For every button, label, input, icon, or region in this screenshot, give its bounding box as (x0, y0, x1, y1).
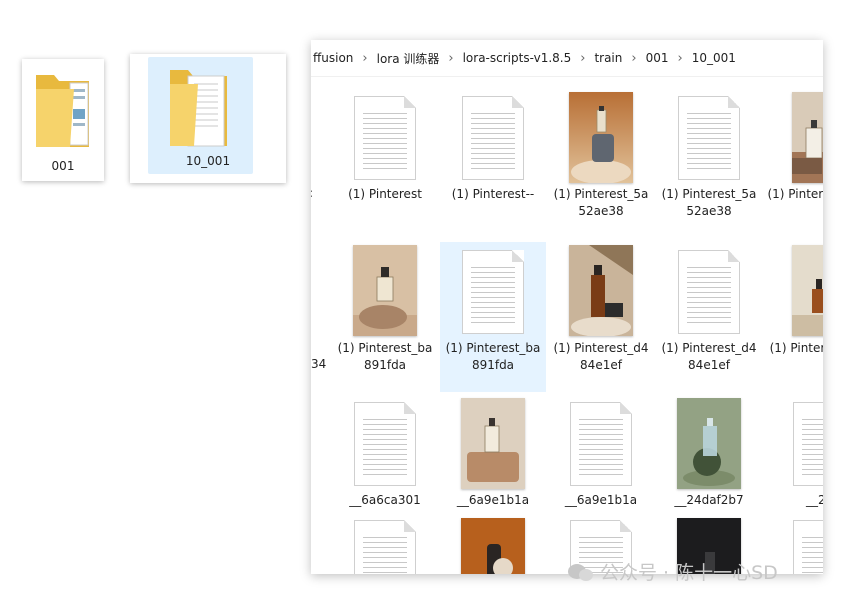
chevron-right-icon: › (677, 50, 683, 66)
file-name: __6a6ca301 (349, 493, 421, 507)
file-name: (1) Pinterest_ba891fda (445, 341, 541, 372)
wechat-icon (568, 562, 594, 582)
image-thumbnail (792, 245, 823, 336)
document-icon (462, 250, 524, 334)
file-tile[interactable]: (1) Pinterest_ba891fda (332, 242, 438, 392)
breadcrumb-item[interactable]: 001 (644, 51, 671, 65)
file-name: __24da (806, 493, 823, 507)
file-tile[interactable]: (1) Pinterest (332, 90, 438, 240)
image-thumbnail (353, 245, 417, 336)
chevron-right-icon: › (448, 50, 454, 66)
file-tile[interactable]: (1) Pinterest_5a52ae38 (656, 90, 762, 240)
image-thumbnail (677, 398, 741, 489)
chevron-right-icon: › (631, 50, 637, 66)
file-tile[interactable]: (1) Pinterest_5a52ae38 (548, 90, 654, 240)
file-name: (1) Pinterest_5a52ae38 (553, 187, 649, 218)
file-tile-selected[interactable]: (1) Pinterest_ba891fda (440, 242, 546, 392)
document-icon (793, 402, 823, 486)
file-name: __6a9e1b1a (456, 493, 530, 507)
chevron-right-icon: › (362, 50, 368, 66)
file-name: (1) Pinterest_ba891fda (337, 341, 433, 372)
file-name: (1) Pinterest_1e (769, 341, 823, 355)
file-tile[interactable]: (1) Pinterest_1e (764, 242, 823, 392)
file-name: (1) Pinterest_afb (767, 187, 823, 201)
folder-label: 001 (51, 159, 75, 173)
breadcrumb-item[interactable]: ffusion (311, 51, 355, 65)
file-tile[interactable] (332, 516, 438, 574)
document-icon (354, 96, 416, 180)
file-tile[interactable]: (1) Pinterest_d484e1ef (548, 242, 654, 392)
image-thumbnail (461, 398, 525, 489)
file-tile[interactable]: (1) Pinterest_d484e1ef (656, 242, 762, 392)
file-tile[interactable]: (1) Pinterest_afb (764, 90, 823, 240)
file-tile[interactable] (440, 516, 546, 574)
partial-file-label: : (311, 186, 313, 200)
file-name: (1) Pinterest (348, 187, 422, 201)
document-icon (462, 96, 524, 180)
watermark-text: 公众号 · 陈十一心SD (600, 562, 778, 584)
file-name: (1) Pinterest_d484e1ef (553, 341, 649, 372)
file-name: (1) Pinterest-- (451, 187, 535, 201)
file-name: __6a9e1b1a (564, 493, 638, 507)
document-icon (354, 520, 416, 574)
chevron-right-icon: › (580, 50, 586, 66)
image-thumbnail (792, 92, 823, 183)
folder-icon (170, 70, 227, 147)
document-icon (678, 250, 740, 334)
image-thumbnail (569, 92, 633, 183)
breadcrumb-item[interactable]: lora 训练器 (375, 50, 442, 67)
file-name: (1) Pinterest_d484e1ef (661, 341, 757, 372)
breadcrumb-item[interactable]: lora-scripts-v1.8.5 (461, 51, 574, 65)
partial-file-label: 34 (311, 357, 327, 371)
folder-card-10-001[interactable]: 10_001 (130, 54, 286, 183)
breadcrumb-item[interactable]: 10_001 (690, 51, 738, 65)
document-icon (793, 520, 823, 574)
file-tile[interactable]: (1) Pinterest-- (440, 90, 546, 240)
folder-label: 10_001 (185, 154, 231, 168)
folder-icon (36, 75, 89, 147)
folder-card-001[interactable]: 001 (22, 59, 104, 181)
watermark: 公众号 · 陈十一心SD (568, 558, 778, 585)
document-icon (570, 402, 632, 486)
breadcrumb-item[interactable]: train (592, 51, 624, 65)
file-name: __24daf2b7 (674, 493, 744, 507)
image-thumbnail (461, 518, 525, 574)
image-thumbnail (569, 245, 633, 336)
document-icon (354, 402, 416, 486)
file-name: (1) Pinterest_5a52ae38 (661, 187, 757, 218)
document-icon (678, 96, 740, 180)
breadcrumb: ffusion › lora 训练器 › lora-scripts-v1.8.5… (311, 40, 823, 77)
file-explorer-window: ffusion › lora 训练器 › lora-scripts-v1.8.5… (311, 40, 823, 574)
